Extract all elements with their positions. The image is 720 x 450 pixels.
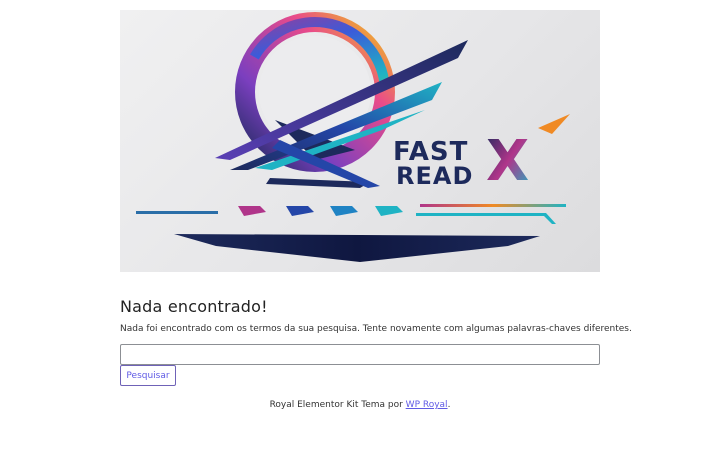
logo-wordmark: FAST READ X [393, 114, 570, 194]
no-results-message: Nada foi encontrado com os termos da sua… [120, 324, 632, 334]
footer-link-wp-royal[interactable]: WP Royal [406, 400, 448, 410]
search-input[interactable] [120, 344, 600, 365]
logo-base [174, 234, 540, 262]
logo-dashes [136, 204, 566, 224]
page-title: Nada encontrado! [120, 297, 268, 316]
logo-text-x: X [486, 129, 529, 194]
fastreadx-logo: FAST READ X [136, 12, 570, 262]
page: FAST READ X Nada encontrado! Nada foi en… [0, 0, 720, 450]
site-footer: Royal Elementor Kit Tema por WP Royal. [120, 400, 600, 410]
footer-suffix: . [447, 400, 451, 410]
footer-text: Royal Elementor Kit Tema por [269, 400, 406, 410]
logo-orange-arrow [538, 114, 570, 134]
search-button[interactable]: Pesquisar [120, 365, 176, 386]
logo-text-read: READ [396, 162, 473, 190]
banner-image: FAST READ X [120, 10, 600, 272]
